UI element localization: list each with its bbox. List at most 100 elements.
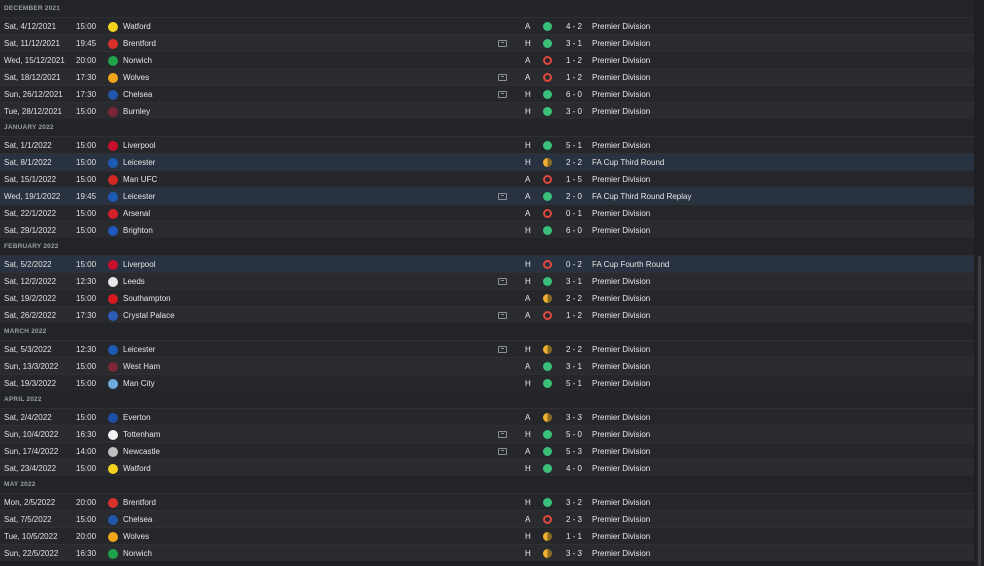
match-score[interactable]: 3 - 1	[566, 358, 582, 375]
fixture-row[interactable]: Sat, 12/2/2022 12:30 Leeds H 3 - 1 Premier Di…	[0, 272, 974, 289]
match-score[interactable]: 0 - 2	[566, 256, 582, 273]
scrollbar-thumb[interactable]	[978, 256, 981, 566]
match-score[interactable]: 2 - 2	[566, 341, 582, 358]
fixture-row[interactable]: Sat, 19/3/2022 15:00 Man City H 5 - 1 Premier…	[0, 374, 974, 391]
opponent-name[interactable]: Brighton	[123, 222, 153, 239]
fixture-row[interactable]: Tue, 10/5/2022 20:00 Wolves H 1 - 1 Premier D…	[0, 527, 974, 544]
match-score[interactable]: 1 - 2	[566, 307, 582, 324]
competition-name[interactable]: Premier Division	[592, 103, 650, 120]
competition-name[interactable]: Premier Division	[592, 545, 650, 562]
opponent-name[interactable]: Tottenham	[123, 426, 160, 443]
competition-name[interactable]: Premier Division	[592, 205, 650, 222]
competition-name[interactable]: Premier Division	[592, 409, 650, 426]
opponent-name[interactable]: Watford	[123, 18, 151, 35]
match-score[interactable]: 5 - 1	[566, 137, 582, 154]
match-score[interactable]: 1 - 2	[566, 52, 582, 69]
match-score[interactable]: 1 - 1	[566, 528, 582, 545]
fixture-row[interactable]: Sat, 7/5/2022 15:00 Chelsea A 2 - 3 Premier D…	[0, 510, 974, 527]
competition-name[interactable]: Premier Division	[592, 137, 650, 154]
fixture-row[interactable]: Sun, 22/5/2022 16:30 Norwich H 3 - 3 Premier …	[0, 544, 974, 561]
match-score[interactable]: 6 - 0	[566, 86, 582, 103]
opponent-name[interactable]: Liverpool	[123, 256, 155, 273]
fixture-row[interactable]: Sun, 13/3/2022 15:00 West Ham A 3 - 1 Premier…	[0, 357, 974, 374]
competition-name[interactable]: Premier Division	[592, 528, 650, 545]
competition-name[interactable]: Premier Division	[592, 290, 650, 307]
fixture-row[interactable]: Sat, 18/12/2021 17:30 Wolves A 1 - 2 Premier …	[0, 68, 974, 85]
fixture-row[interactable]: Tue, 28/12/2021 15:00 Burnley H 3 - 0 Premier…	[0, 102, 974, 119]
opponent-name[interactable]: Everton	[123, 409, 151, 426]
opponent-name[interactable]: Norwich	[123, 52, 152, 69]
competition-name[interactable]: Premier Division	[592, 511, 650, 528]
fixture-row[interactable]: Sat, 8/1/2022 15:00 Leicester H 2 - 2 FA Cup …	[0, 153, 974, 170]
opponent-name[interactable]: Leicester	[123, 188, 155, 205]
competition-name[interactable]: Premier Division	[592, 443, 650, 460]
fixture-row[interactable]: Sat, 26/2/2022 17:30 Crystal Palace A 1 - 2 P…	[0, 306, 974, 323]
opponent-name[interactable]: Chelsea	[123, 511, 152, 528]
fixture-row[interactable]: Sat, 1/1/2022 15:00 Liverpool H 5 - 1 Premier…	[0, 136, 974, 153]
opponent-name[interactable]: Brentford	[123, 35, 156, 52]
match-score[interactable]: 4 - 0	[566, 460, 582, 477]
match-score[interactable]: 3 - 0	[566, 103, 582, 120]
vertical-scrollbar[interactable]	[976, 0, 984, 566]
opponent-name[interactable]: Wolves	[123, 69, 149, 86]
match-score[interactable]: 2 - 2	[566, 290, 582, 307]
opponent-name[interactable]: Arsenal	[123, 205, 150, 222]
competition-name[interactable]: Premier Division	[592, 307, 650, 324]
match-score[interactable]: 5 - 1	[566, 375, 582, 392]
match-score[interactable]: 5 - 3	[566, 443, 582, 460]
fixture-row[interactable]: Sun, 10/4/2022 16:30 Tottenham H 5 - 0 Premie…	[0, 425, 974, 442]
competition-name[interactable]: Premier Division	[592, 494, 650, 511]
competition-name[interactable]: Premier Division	[592, 52, 650, 69]
opponent-name[interactable]: Wolves	[123, 528, 149, 545]
fixture-row[interactable]: Sat, 5/2/2022 15:00 Liverpool H 0 - 2 FA Cup …	[0, 255, 974, 272]
opponent-name[interactable]: Watford	[123, 460, 151, 477]
competition-name[interactable]: Premier Division	[592, 426, 650, 443]
opponent-name[interactable]: Southampton	[123, 290, 171, 307]
match-score[interactable]: 2 - 2	[566, 154, 582, 171]
competition-name[interactable]: Premier Division	[592, 222, 650, 239]
match-score[interactable]: 1 - 2	[566, 69, 582, 86]
competition-name[interactable]: FA Cup Third Round	[592, 154, 664, 171]
opponent-name[interactable]: Crystal Palace	[123, 307, 175, 324]
fixture-row[interactable]: Wed, 15/12/2021 20:00 Norwich A 1 - 2 Premier…	[0, 51, 974, 68]
competition-name[interactable]: FA Cup Third Round Replay	[592, 188, 691, 205]
fixture-row[interactable]: Mon, 2/5/2022 20:00 Brentford H 3 - 2 Premier…	[0, 493, 974, 510]
match-score[interactable]: 2 - 0	[566, 188, 582, 205]
opponent-name[interactable]: Chelsea	[123, 86, 152, 103]
competition-name[interactable]: Premier Division	[592, 171, 650, 188]
competition-name[interactable]: Premier Division	[592, 358, 650, 375]
fixture-row[interactable]: Sat, 15/1/2022 15:00 Man UFC A 1 - 5 Premier …	[0, 170, 974, 187]
competition-name[interactable]: Premier Division	[592, 460, 650, 477]
opponent-name[interactable]: Man UFC	[123, 171, 157, 188]
competition-name[interactable]: Premier Division	[592, 18, 650, 35]
opponent-name[interactable]: Leicester	[123, 341, 155, 358]
match-score[interactable]: 3 - 3	[566, 409, 582, 426]
opponent-name[interactable]: Man City	[123, 375, 155, 392]
match-score[interactable]: 3 - 1	[566, 273, 582, 290]
fixture-row[interactable]: Sun, 26/12/2021 17:30 Chelsea H 6 - 0 Premier…	[0, 85, 974, 102]
fixture-row[interactable]: Sat, 22/1/2022 15:00 Arsenal A 0 - 1 Premier …	[0, 204, 974, 221]
opponent-name[interactable]: Newcastle	[123, 443, 160, 460]
fixture-row[interactable]: Wed, 19/1/2022 19:45 Leicester A 2 - 0 FA Cup…	[0, 187, 974, 204]
opponent-name[interactable]: Brentford	[123, 494, 156, 511]
fixture-row[interactable]: Sat, 2/4/2022 15:00 Everton A 3 - 3 Premier D…	[0, 408, 974, 425]
competition-name[interactable]: Premier Division	[592, 35, 650, 52]
opponent-name[interactable]: Leeds	[123, 273, 145, 290]
fixture-row[interactable]: Sat, 5/3/2022 12:30 Leicester H 2 - 2 Premier…	[0, 340, 974, 357]
fixture-row[interactable]: Sat, 4/12/2021 15:00 Watford A 4 - 2 Premier …	[0, 17, 974, 34]
match-score[interactable]: 5 - 0	[566, 426, 582, 443]
opponent-name[interactable]: Leicester	[123, 154, 155, 171]
competition-name[interactable]: Premier Division	[592, 86, 650, 103]
competition-name[interactable]: Premier Division	[592, 69, 650, 86]
opponent-name[interactable]: Burnley	[123, 103, 150, 120]
competition-name[interactable]: FA Cup Fourth Round	[592, 256, 669, 273]
match-score[interactable]: 3 - 1	[566, 35, 582, 52]
opponent-name[interactable]: West Ham	[123, 358, 160, 375]
competition-name[interactable]: Premier Division	[592, 341, 650, 358]
fixture-row[interactable]: Sun, 17/4/2022 14:00 Newcastle A 5 - 3 Premie…	[0, 442, 974, 459]
match-score[interactable]: 3 - 3	[566, 545, 582, 562]
fixture-row[interactable]: Sat, 29/1/2022 15:00 Brighton H 6 - 0 Premier…	[0, 221, 974, 238]
opponent-name[interactable]: Norwich	[123, 545, 152, 562]
match-score[interactable]: 4 - 2	[566, 18, 582, 35]
fixture-row[interactable]: Sat, 11/12/2021 19:45 Brentford H 3 - 1 Premi…	[0, 34, 974, 51]
